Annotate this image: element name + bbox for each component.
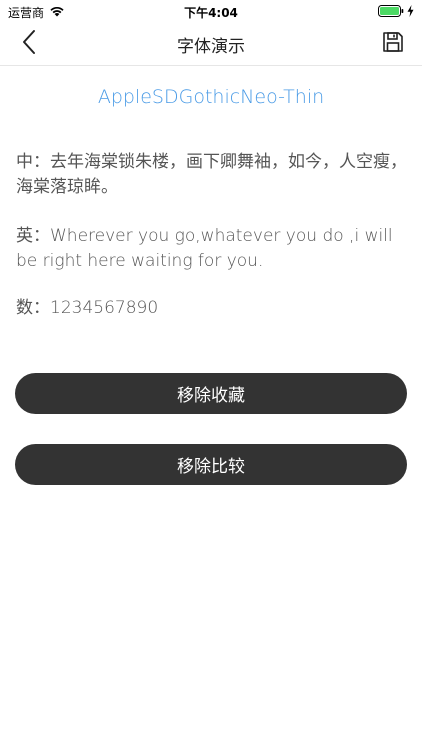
font-name-label: AppleSDGothicNeo-Thin	[97, 86, 325, 108]
number-sample-text: 数：1234567890	[16, 298, 159, 318]
status-bar: 运营商 下午4:04	[0, 0, 422, 22]
remove-favorite-button[interactable]: 移除收藏	[15, 373, 407, 414]
save-icon	[382, 31, 404, 57]
chinese-sample-text: 中：去年海棠锁朱楼，画下卿舞袖，如今，人空瘦，海棠落琼眸。	[16, 152, 407, 197]
status-time: 下午4:04	[184, 6, 238, 20]
page-title: 字体演示	[177, 37, 245, 57]
nav-bar: 字体演示	[0, 22, 422, 66]
charging-bolt-icon	[407, 5, 414, 20]
remove-compare-button[interactable]: 移除比较	[15, 444, 407, 485]
status-right	[378, 5, 414, 20]
remove-compare-label: 移除比较	[177, 457, 245, 477]
battery-icon	[378, 5, 404, 20]
save-button[interactable]	[380, 31, 406, 57]
english-sample-text: 英：Wherever you go,whatever you do ,i wil…	[16, 226, 393, 271]
remove-favorite-label: 移除收藏	[177, 386, 245, 406]
